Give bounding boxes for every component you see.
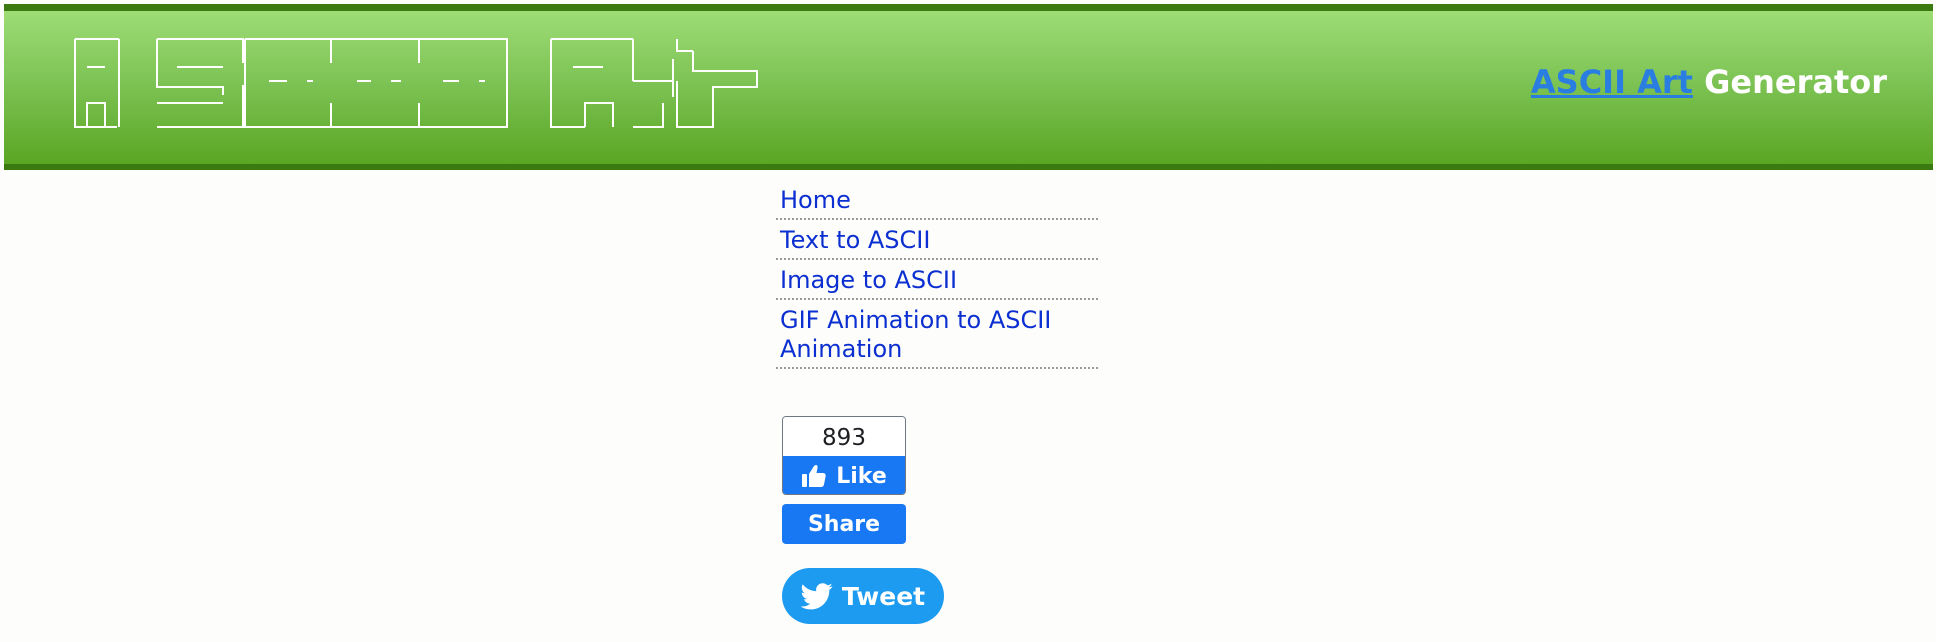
nav-link-home[interactable]: Home <box>776 180 1098 220</box>
brand-home-link[interactable]: ASCII Art <box>1531 63 1693 101</box>
site-brand: ASCII Art Generator <box>1531 63 1887 101</box>
like-label: Like <box>836 463 887 489</box>
facebook-like-widget[interactable]: 893 Like <box>782 416 906 495</box>
facebook-share-button[interactable]: Share <box>782 504 906 544</box>
tweet-button[interactable]: Tweet <box>782 568 944 624</box>
thumbs-up-icon <box>801 464 827 488</box>
nav-link-gif-to-ascii[interactable]: GIF Animation to ASCII Animation <box>776 300 1098 369</box>
share-label: Share <box>807 511 881 537</box>
brand-suffix: Generator <box>1692 63 1887 101</box>
like-button[interactable]: Like <box>783 456 905 494</box>
twitter-bird-icon <box>800 582 833 610</box>
nav-link-text-to-ascii[interactable]: Text to ASCII <box>776 220 1098 260</box>
like-count: 893 <box>783 417 905 456</box>
ascii-art-logo[interactable] <box>73 37 763 137</box>
main-navigation: Home Text to ASCII Image to ASCII GIF An… <box>776 180 1098 369</box>
tweet-label: Tweet <box>841 581 926 611</box>
site-header: ASCII Art Generator <box>4 4 1933 170</box>
nav-link-image-to-ascii[interactable]: Image to ASCII <box>776 260 1098 300</box>
